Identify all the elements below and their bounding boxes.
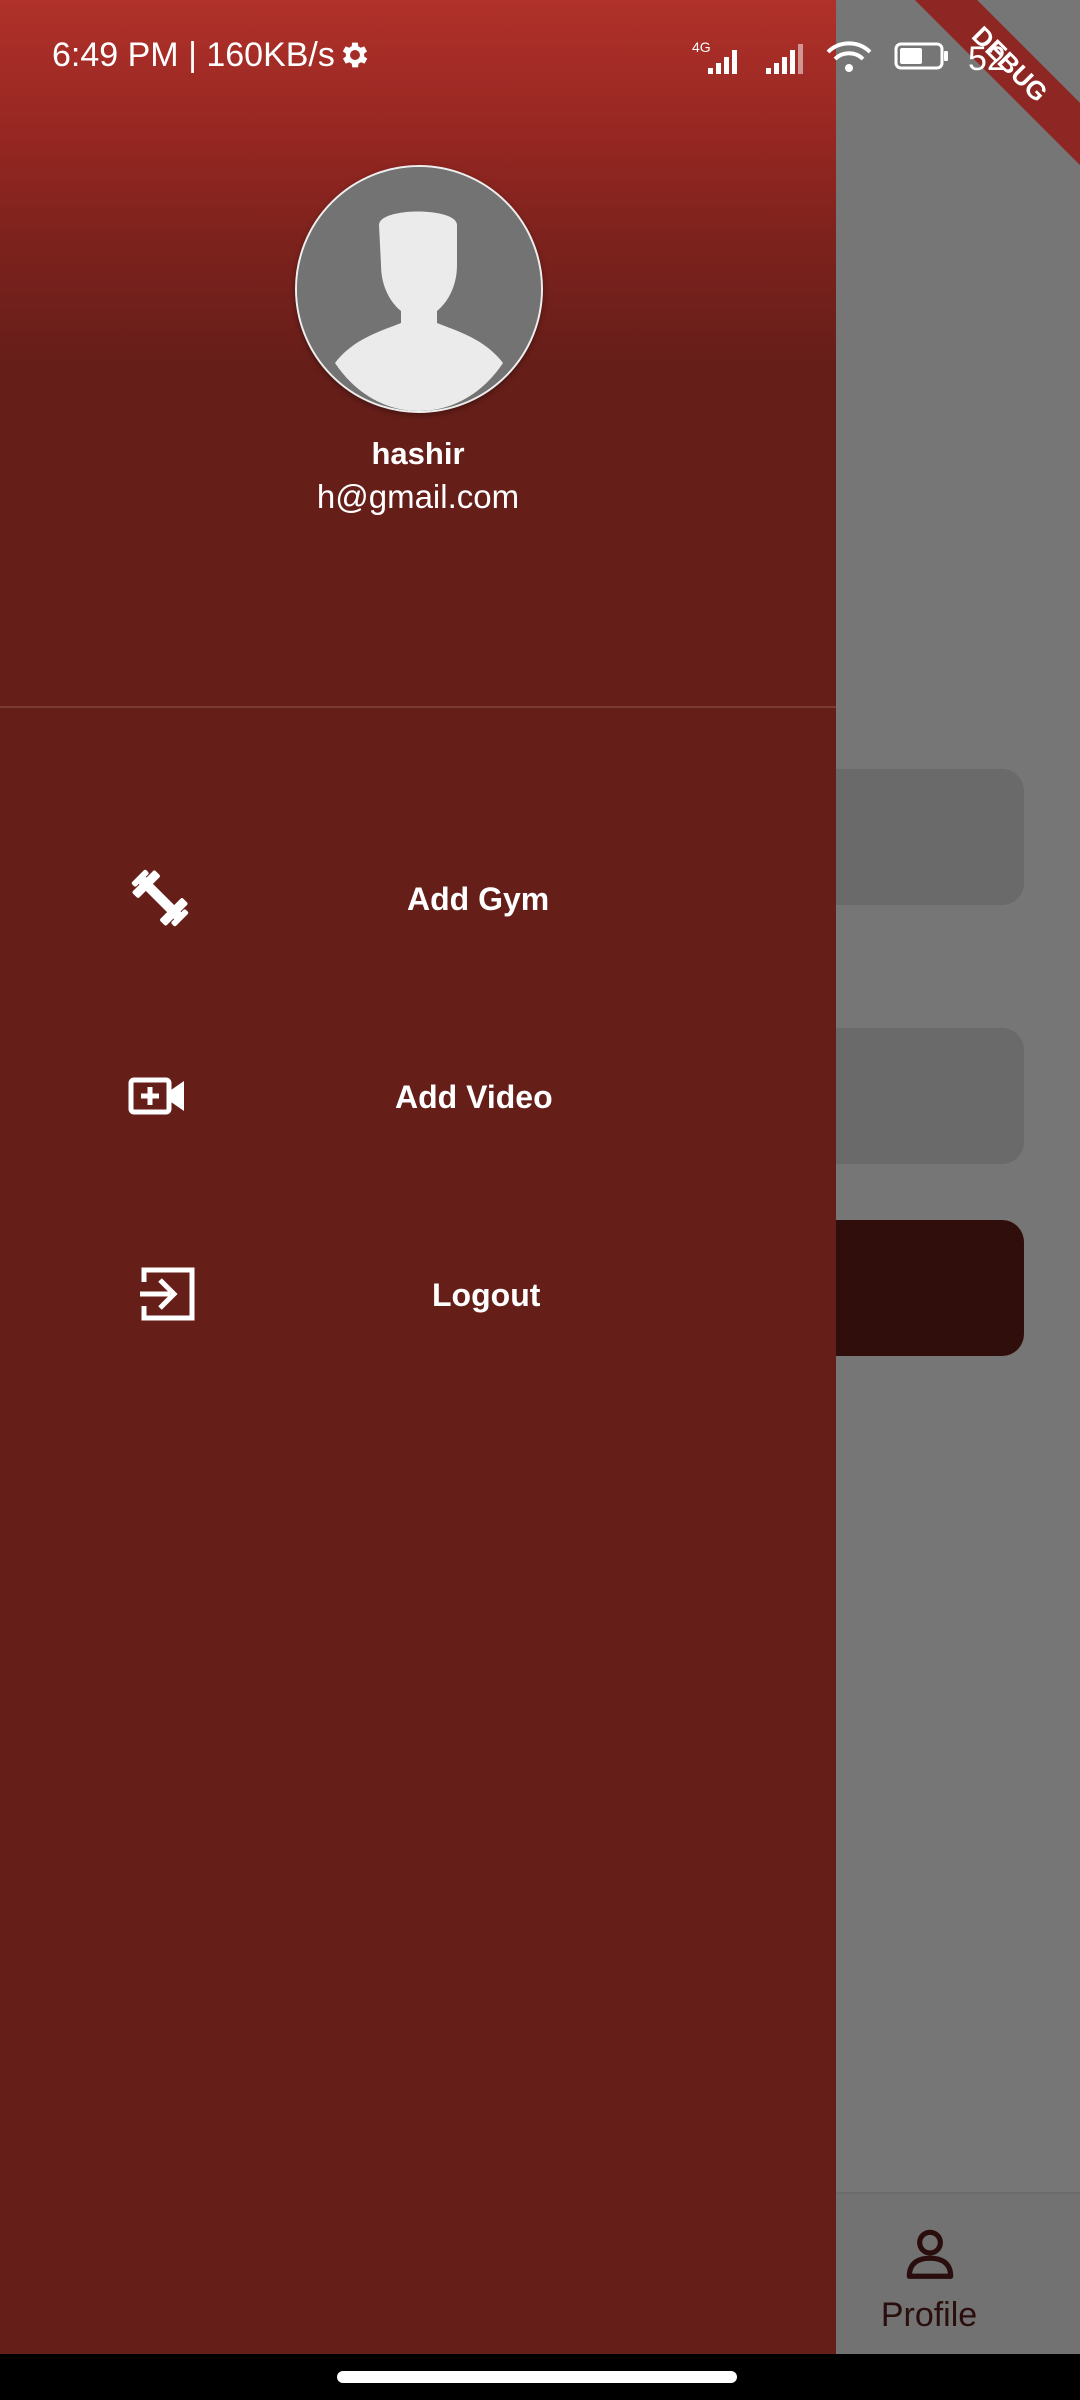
drawer-item-label: Add Video	[395, 1079, 553, 1115]
video-add-icon	[128, 1077, 184, 1115]
status-bar: 6:49 PM | 160KB/s 4G 52	[0, 0, 1080, 110]
signal-icon	[766, 44, 803, 74]
bottom-nav: Profile	[836, 2192, 1080, 2356]
signal-icon	[708, 50, 737, 74]
drawer-item-label: Logout	[432, 1277, 541, 1313]
user-name: hashir	[371, 436, 465, 471]
home-indicator[interactable]	[337, 2371, 737, 2383]
status-time: 6:49 PM | 160KB/s	[52, 36, 335, 74]
drawer-item-logout[interactable]: Logout	[0, 1229, 836, 1359]
drawer-item-add-gym[interactable]: Add Gym	[0, 833, 836, 963]
avatar[interactable]	[295, 165, 543, 413]
status-icons: 4G 52	[692, 39, 1006, 78]
drawer-item-add-video[interactable]: Add Video	[0, 1031, 836, 1161]
drawer-item-label: Add Gym	[407, 881, 550, 917]
system-nav-bar	[0, 2354, 1080, 2400]
bottom-nav-profile-label: Profile	[880, 2296, 978, 2334]
logout-icon	[140, 1267, 195, 1321]
battery-percent: 52	[968, 40, 1006, 78]
navigation-drawer: hashir h@gmail.com Add Gym Add Video Log…	[0, 0, 836, 2354]
dumbbell-icon	[131, 869, 189, 927]
network-type-label: 4G	[692, 39, 711, 55]
profile-icon	[906, 2229, 954, 2279]
battery-icon	[894, 42, 948, 70]
default-avatar-icon	[297, 167, 541, 411]
user-email: h@gmail.com	[316, 478, 520, 515]
gear-icon	[342, 42, 368, 68]
wifi-icon	[826, 41, 872, 72]
